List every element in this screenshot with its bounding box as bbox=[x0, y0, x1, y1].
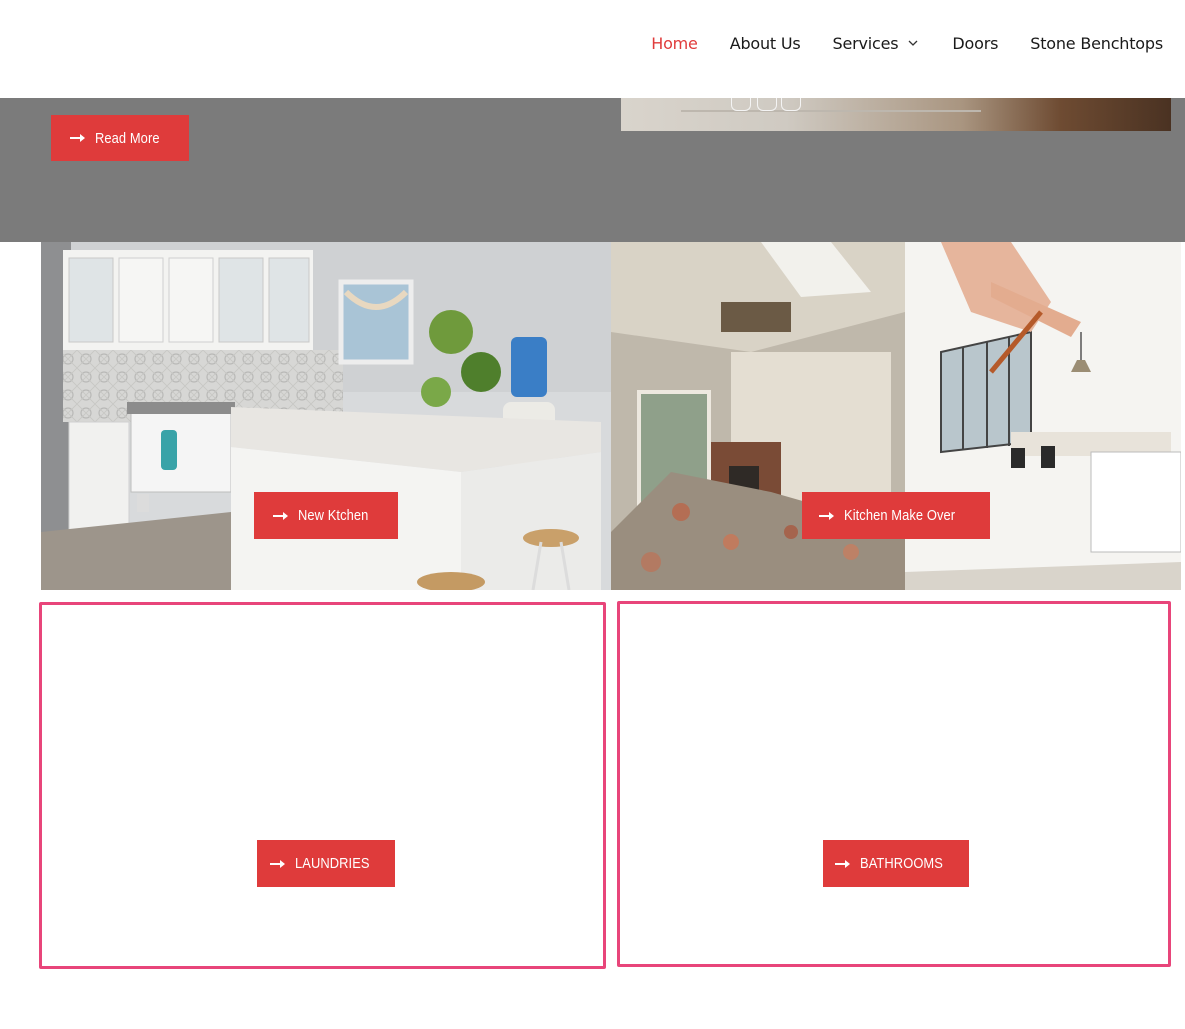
kitchen-makeover-label: Kitchen Make Over bbox=[843, 507, 956, 524]
long-arrow-right-icon bbox=[272, 511, 288, 520]
laundries-label: LAUNDRIES bbox=[295, 855, 370, 872]
laundries-button[interactable]: LAUNDRIES bbox=[257, 840, 395, 887]
new-kitchen-button[interactable]: New Ktchen bbox=[254, 492, 398, 539]
hero-image bbox=[621, 98, 1171, 131]
bathrooms-button[interactable]: BATHROOMS bbox=[823, 840, 969, 887]
nav-item-services[interactable]: Services bbox=[833, 32, 921, 54]
main-nav: Home About Us Services Doors Stone Bench… bbox=[651, 32, 1163, 54]
long-arrow-right-icon bbox=[835, 859, 851, 868]
new-kitchen-label: New Ktchen bbox=[297, 507, 368, 524]
bathrooms-tile[interactable]: BATHROOMS bbox=[617, 601, 1171, 967]
long-arrow-right-icon bbox=[69, 134, 85, 142]
nav-item-home[interactable]: Home bbox=[651, 32, 698, 54]
hero-section: Read More bbox=[0, 98, 1185, 242]
bathrooms-label: BATHROOMS bbox=[860, 855, 944, 872]
nav-item-about-us[interactable]: About Us bbox=[730, 32, 801, 54]
kitchen-makeover-button[interactable]: Kitchen Make Over bbox=[802, 492, 990, 539]
read-more-button[interactable]: Read More bbox=[51, 115, 189, 161]
chevron-down-icon[interactable] bbox=[906, 36, 920, 50]
new-kitchen-tile[interactable]: New Ktchen bbox=[41, 242, 611, 590]
long-arrow-right-icon bbox=[818, 511, 834, 520]
nav-item-doors[interactable]: Doors bbox=[952, 32, 998, 54]
long-arrow-right-icon bbox=[270, 859, 286, 868]
nav-item-services-label: Services bbox=[832, 33, 899, 53]
read-more-label: Read More bbox=[94, 129, 160, 147]
laundries-tile[interactable]: LAUNDRIES bbox=[39, 602, 606, 969]
site-header: Home About Us Services Doors Stone Bench… bbox=[0, 0, 1185, 98]
nav-item-stone-benchtops[interactable]: Stone Benchtops bbox=[1030, 32, 1163, 54]
kitchen-makeover-tile[interactable]: Kitchen Make Over bbox=[611, 242, 1181, 590]
